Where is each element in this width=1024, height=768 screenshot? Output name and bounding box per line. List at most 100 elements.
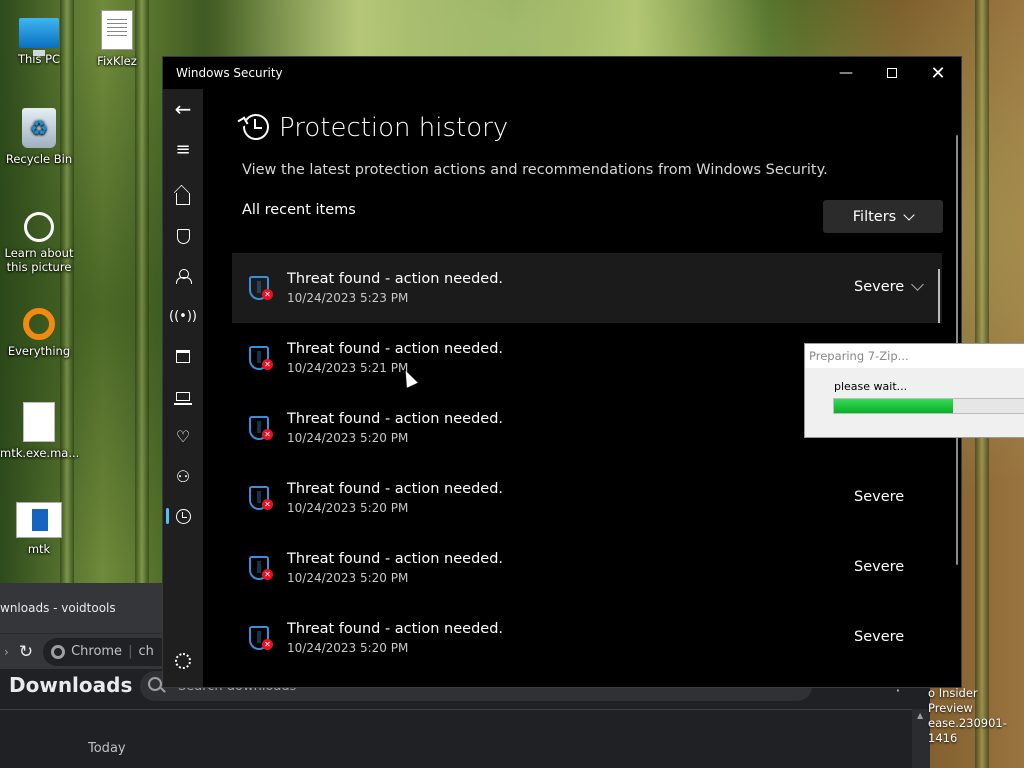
divider <box>0 709 930 710</box>
history-item[interactable]: ✕ Threat found - action needed. 10/24/20… <box>232 463 942 533</box>
reload-icon[interactable]: ↻ <box>19 642 33 662</box>
item-date: 10/24/2023 5:23 PM <box>287 291 409 305</box>
nav-firewall[interactable]: ((•)) <box>163 298 203 334</box>
item-title: Threat found - action needed. <box>287 481 504 497</box>
close-button[interactable]: ✕ <box>915 57 961 89</box>
item-title: Threat found - action needed. <box>287 411 504 427</box>
progress-fill <box>834 399 953 413</box>
maximize-button[interactable] <box>869 57 915 89</box>
back-icon[interactable]: › <box>4 645 9 659</box>
hamburger-icon: ≡ <box>175 138 191 160</box>
nav-protection-history[interactable] <box>163 498 203 534</box>
heart-pulse-icon: ♡ <box>175 426 191 446</box>
dialog-message: please wait... <box>834 380 908 393</box>
history-item[interactable]: ✕ Threat found - action needed. 10/24/20… <box>232 253 942 323</box>
7zip-setup-dialog: Preparing 7-Zip... please wait... <box>804 343 1024 438</box>
desktop-icon-learn[interactable]: Learn about this picture <box>0 206 78 274</box>
history-list: ✕ Threat found - action needed. 10/24/20… <box>232 253 942 673</box>
history-item[interactable]: ✕ Threat found - action needed. 10/24/20… <box>232 603 942 673</box>
item-title: Threat found - action needed. <box>287 341 504 357</box>
home-icon <box>176 192 190 205</box>
error-badge-icon: ✕ <box>262 569 273 580</box>
menu-button[interactable]: ≡ <box>163 131 203 167</box>
desktop-icon-label: Learn about this picture <box>4 246 74 274</box>
nav-device-health[interactable]: ♡ <box>163 418 203 454</box>
learn-icon <box>24 212 54 242</box>
progress-bar <box>833 398 1024 414</box>
desktop-icon-label: FixKlez <box>97 54 137 68</box>
window-title: Windows Security <box>176 66 283 80</box>
page-description: View the latest protection actions and r… <box>242 162 828 178</box>
back-button[interactable]: ← <box>163 91 203 127</box>
recycle-bin-icon <box>22 108 56 148</box>
desktop-icon-label: mtk.exe.ma... <box>0 446 80 460</box>
mtk-icon <box>16 502 62 538</box>
nav-home[interactable] <box>163 178 203 214</box>
settings-gear-icon[interactable] <box>175 653 191 669</box>
severity-label: Severe <box>854 629 905 645</box>
item-title: Threat found - action needed. <box>287 551 504 567</box>
desktop-icon-everything[interactable]: Everything <box>0 304 78 358</box>
list-scrollbar[interactable] <box>938 269 940 323</box>
navigation-sidebar: ← ≡ ((•)) ♡ ⚇ <box>163 89 203 687</box>
history-icon <box>175 508 191 524</box>
desktop-icon-recycle-bin[interactable]: Recycle Bin <box>0 108 78 166</box>
nav-family-options[interactable]: ⚇ <box>163 458 203 494</box>
item-title: Threat found - action needed. <box>287 621 504 637</box>
nav-virus-protection[interactable] <box>163 218 203 254</box>
back-arrow-icon: ← <box>174 97 192 121</box>
search-icon <box>148 677 162 691</box>
section-label: All recent items <box>242 202 356 218</box>
wifi-signal-icon: ((•)) <box>169 308 197 324</box>
nav-device-security[interactable] <box>163 378 203 414</box>
omnibox-text: ch <box>138 644 154 659</box>
os-build-watermark: o Insider Preview ease.230901-1416 <box>928 686 1024 746</box>
error-badge-icon: ✕ <box>262 429 273 440</box>
desktop-icon-mtk[interactable]: mtk <box>0 502 78 556</box>
downloads-title: Downloads <box>9 673 133 697</box>
item-date: 10/24/2023 5:21 PM <box>287 361 409 375</box>
file-icon <box>23 402 55 442</box>
item-date: 10/24/2023 5:20 PM <box>287 641 409 655</box>
history-item[interactable]: ✕ Threat found - action needed. 10/24/20… <box>232 533 942 603</box>
maximize-icon <box>887 68 897 78</box>
app-window-icon <box>176 349 190 363</box>
family-icon: ⚇ <box>175 466 191 486</box>
page-title: Protection history <box>279 113 509 143</box>
desktop-icon-this-pc[interactable]: This PC <box>0 12 78 66</box>
desktop-icon-label: Recycle Bin <box>5 152 73 166</box>
person-icon <box>176 268 192 284</box>
item-date: 10/24/2023 5:20 PM <box>287 431 409 445</box>
item-title: Threat found - action needed. <box>287 271 504 287</box>
desktop-icon-mtk-exe[interactable]: mtk.exe.ma... <box>0 402 80 460</box>
error-badge-icon: ✕ <box>262 499 273 510</box>
chevron-down-icon <box>903 208 915 221</box>
nav-app-browser-control[interactable] <box>163 338 203 374</box>
error-badge-icon: ✕ <box>262 639 273 650</box>
minimize-button[interactable]: — <box>823 57 869 89</box>
section-today: Today <box>88 741 126 756</box>
severity-label: Severe <box>854 489 905 505</box>
desktop-icon-label: Everything <box>7 344 71 358</box>
severity-label: Severe <box>854 559 905 575</box>
watermark-line: ease.230901-1416 <box>928 716 1007 745</box>
history-header-icon <box>243 114 269 140</box>
dialog-title[interactable]: Preparing 7-Zip... <box>805 344 1024 368</box>
omnibox-divider: | <box>128 644 133 659</box>
error-badge-icon: ✕ <box>262 289 273 300</box>
error-badge-icon: ✕ <box>262 359 273 370</box>
item-date: 10/24/2023 5:20 PM <box>287 501 409 515</box>
desktop-icon-label: mtk <box>27 542 51 556</box>
omnibox-label: Chrome <box>71 644 123 659</box>
chrome-icon <box>51 644 66 659</box>
shield-icon <box>176 228 190 244</box>
desktop-icon-fixklez[interactable]: FixKlez <box>78 10 156 68</box>
chevron-down-icon[interactable] <box>911 278 924 291</box>
nav-account-protection[interactable] <box>163 258 203 294</box>
chrome-tab-title: wnloads - voidtools <box>0 601 116 615</box>
everything-icon <box>23 308 55 340</box>
title-bar[interactable]: Windows Security — ✕ <box>163 57 961 89</box>
document-icon <box>101 10 133 50</box>
laptop-icon <box>174 391 192 405</box>
filters-button[interactable]: Filters <box>823 200 943 233</box>
